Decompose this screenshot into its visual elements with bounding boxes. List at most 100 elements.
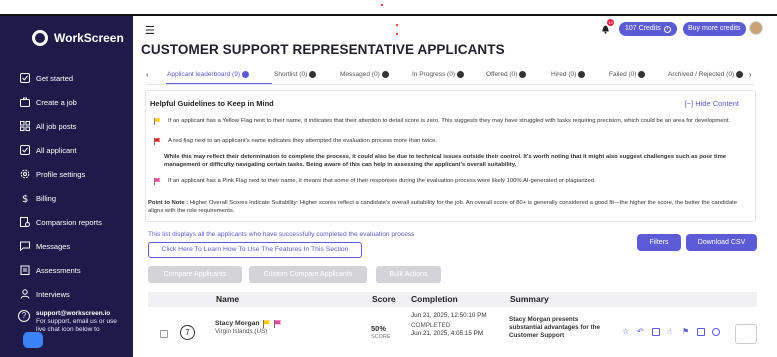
red-flag-note: While this may reflect their determinati… (154, 153, 746, 169)
support-line: live chat icon below to (36, 326, 100, 333)
column-header-summary[interactable]: Summary (510, 294, 549, 304)
hamburger-icon[interactable]: ☰ (145, 24, 155, 37)
tab-label: Shortlist (0) (274, 71, 308, 78)
sidebar-item-label: Messages (36, 241, 71, 251)
support-line: For support, email us or use (36, 318, 117, 325)
applicant-name-cell: Stacy Morgan Virgin Islands (US) (215, 320, 282, 336)
compare-applicants-button[interactable]: Compare Applicants (148, 266, 242, 283)
column-header-score[interactable]: Score (372, 294, 396, 304)
guideline-text: If an applicant has a Pink Flag next to … (168, 178, 596, 184)
completion-cell: Jun 21, 2025, 12:50:10 PM COMPLETED Jun … (411, 312, 487, 338)
applicant-name[interactable]: Stacy Morgan (215, 320, 260, 328)
sidebar-item-all-job-posts[interactable]: All job posts (20, 114, 130, 138)
sidebar-item-label: Billing (36, 193, 57, 203)
buy-credits-button[interactable]: Buy more credits (683, 22, 746, 36)
thumbs-up-icon[interactable]: ☝ (667, 328, 675, 336)
chevron-left-icon[interactable]: ‹ (146, 70, 149, 79)
divider (146, 84, 754, 85)
guidelines-panel: Helpful Guidelines to Keep in Mind [−] H… (145, 90, 756, 222)
row-checkbox[interactable] (160, 330, 168, 338)
sidebar-item-billing[interactable]: $ Billing (20, 186, 130, 210)
sidebar-item-comparsion-reports[interactable]: Comparsion reports (20, 210, 130, 234)
score-label: SCORE (371, 334, 391, 340)
sidebar-item-get-started[interactable]: Get started (20, 66, 130, 90)
tab-label: Failed (0) (609, 71, 637, 78)
rank-badge: 7 (180, 325, 195, 340)
marker-dot (381, 4, 383, 6)
tab-archived-rejected[interactable]: Archived / Rejected (0) (668, 71, 744, 78)
pink-flag-icon (154, 178, 161, 185)
tab-label: Messaged (0) (340, 71, 380, 78)
checkbox-icon (20, 73, 30, 83)
tab-failed[interactable]: Failed (0) (609, 71, 646, 78)
guideline-text: If an applicant has a Yellow Flag next t… (168, 118, 731, 124)
sidebar-item-label: Interviews (36, 289, 70, 299)
support-email[interactable]: support@workscreen.io (36, 310, 130, 318)
chevron-right-icon[interactable]: › (749, 70, 752, 79)
tab-messaged[interactable]: Messaged (0) (340, 71, 389, 78)
flag-icon[interactable]: ⚑ (682, 328, 690, 336)
dollar-icon: $ (22, 194, 28, 203)
info-icon (736, 71, 744, 78)
filters-button[interactable]: Filters (637, 234, 681, 251)
tab-offered[interactable]: Offered (0) (486, 71, 527, 78)
sidebar-item-assessments[interactable]: Assessments (20, 258, 130, 282)
page-title: CUSTOMER SUPPORT REPRESENTATIVE APPLICAN… (141, 42, 505, 57)
start-date: Jun 21, 2025, 12:50:10 PM (411, 312, 487, 319)
tab-label: In Progress (0) (412, 71, 455, 78)
tab-label: Archived / Rejected (0) (668, 71, 735, 78)
tab-hired[interactable]: Hired (0) (551, 71, 586, 78)
sidebar-item-create-job[interactable]: Create a job (20, 90, 130, 114)
point-label: Point to Note : (148, 200, 189, 206)
column-header-completion[interactable]: Completion (411, 294, 458, 304)
credits-button[interactable]: 107 Credits i (619, 22, 677, 36)
reply-icon[interactable]: ↶ (637, 328, 645, 336)
avatar[interactable] (749, 21, 763, 35)
star-icon[interactable]: ☆ (622, 328, 630, 336)
sidebar-item-label: Create a job (36, 97, 77, 107)
sidebar-item-interviews[interactable]: Interviews (20, 282, 130, 306)
sidebar-item-profile-settings[interactable]: Profile settings (20, 162, 130, 186)
question-icon: ? (18, 310, 30, 322)
red-flag-icon (154, 138, 161, 145)
person-icon (20, 289, 30, 299)
info-icon (519, 71, 527, 78)
row-more-button[interactable] (735, 324, 757, 344)
checkbox-icon (20, 145, 30, 155)
tab-applicant-leaderboard[interactable]: Applicant leaderboard (9) (167, 71, 249, 78)
learn-features-button[interactable]: Click Here To Learn How To Use The Featu… (148, 242, 362, 258)
gear-icon (20, 169, 30, 179)
point-to-note: Point to Note : Higher Overall Scores In… (148, 199, 740, 215)
bulk-actions-button[interactable]: Bulk Actions (376, 266, 441, 283)
tab-bar: ‹ Applicant leaderboard (9) Shortlist (0… (146, 68, 754, 85)
close-circle-icon[interactable] (712, 328, 720, 336)
report-icon (20, 217, 30, 227)
score-cell: 50% SCORE (371, 325, 391, 341)
notification-badge: 13 (607, 19, 614, 26)
sidebar-item-label: Get started (36, 73, 74, 83)
pink-flag-row: If an applicant has a Pink Flag next to … (154, 177, 746, 186)
hide-content-link[interactable]: [−] Hide Content (685, 99, 739, 108)
briefcase-icon[interactable] (652, 328, 660, 336)
marker-dot (396, 33, 398, 35)
live-chat-icon[interactable] (23, 332, 43, 348)
sidebar-item-all-applicant[interactable]: All applicant (20, 138, 130, 162)
info-icon: i (663, 25, 671, 33)
archive-icon[interactable] (697, 328, 705, 336)
yellow-flag-icon (154, 118, 161, 125)
yellow-flag-row: If an applicant has a Yellow Flag next t… (154, 117, 746, 133)
info-icon (242, 71, 249, 78)
tab-shortlist[interactable]: Shortlist (0) (274, 71, 317, 78)
end-date: Jun 21, 2025, 4:05:15 PM (411, 330, 484, 337)
sidebar-item-messages[interactable]: Messages (20, 234, 130, 258)
svg-text:$: $ (22, 194, 28, 203)
column-header-name[interactable]: Name (216, 294, 239, 304)
custom-compare-button[interactable]: Custom Compare Applicants (249, 266, 367, 283)
score-value: 50% (371, 324, 387, 333)
logo[interactable]: WorkScreen (32, 30, 124, 46)
guideline-note: While this may reflect their determinati… (164, 154, 727, 168)
download-csv-button[interactable]: Download CSV (686, 234, 757, 251)
tab-in-progress[interactable]: In Progress (0) (412, 71, 464, 78)
summary-text: Stacy Morgan presents substantial advant… (509, 316, 600, 339)
sidebar: WorkScreen Get started Create a job All … (0, 16, 133, 357)
